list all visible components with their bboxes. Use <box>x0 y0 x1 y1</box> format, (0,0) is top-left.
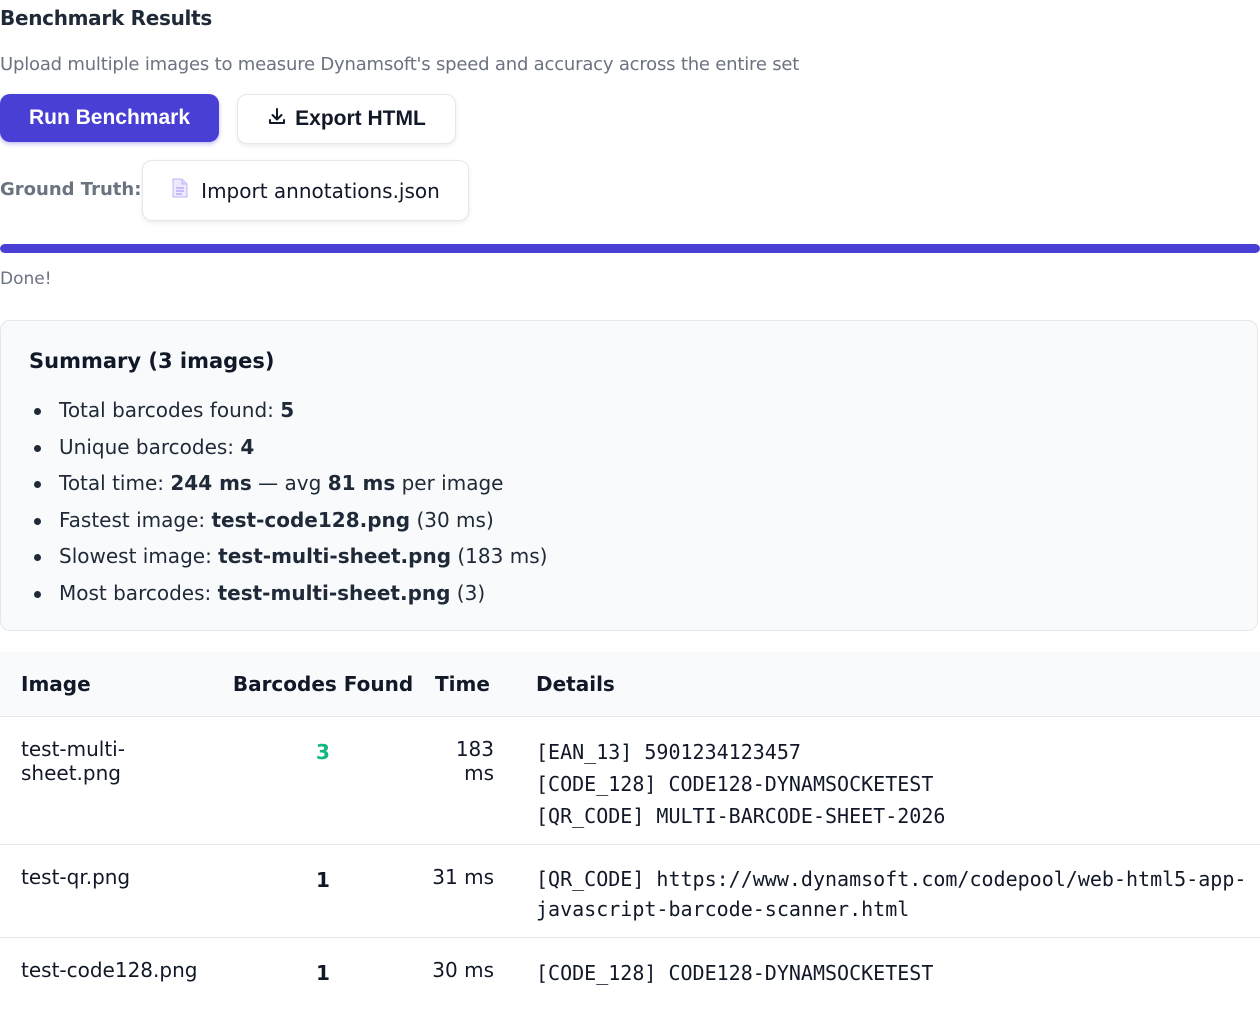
time-cell: 31 ms <box>425 844 515 938</box>
import-annotations-label: Import annotations.json <box>201 178 440 203</box>
summary-total-time: Total time: 244 ms — avg 81 ms per image <box>29 465 547 502</box>
summary-most: Most barcodes: test-multi-sheet.png (3) <box>29 575 547 612</box>
table-row: test-qr.png 1 31 ms [QR_CODE] https://ww… <box>0 844 1260 938</box>
status-text: Done! <box>0 269 52 289</box>
summary-unique: Unique barcodes: 4 <box>29 429 547 466</box>
image-name-cell: test-qr.png <box>0 844 221 938</box>
details-cell: [EAN_13] 5901234123457 [CODE_128] CODE12… <box>515 716 1260 845</box>
run-benchmark-label: Run Benchmark <box>28 106 191 129</box>
barcode-count-cell: 3 <box>221 716 425 845</box>
details-cell: [CODE_128] CODE128-DYNAMSOCKETEST <box>515 938 1260 1014</box>
time-cell: 183 ms <box>425 716 515 845</box>
page-title: Benchmark Results <box>0 6 212 30</box>
import-annotations-button[interactable]: Import annotations.json <box>142 160 469 221</box>
progress-fill <box>0 244 1260 253</box>
detail-line: [EAN_13] 5901234123457 <box>536 740 801 764</box>
column-header-details: Details <box>515 652 1260 717</box>
barcode-count-cell: 1 <box>316 961 330 985</box>
detail-line: javascript-barcode-scanner.html <box>536 897 910 921</box>
summary-list: Total barcodes found: 5 Unique barcodes:… <box>29 392 547 612</box>
barcode-count-cell: 1 <box>221 844 425 938</box>
summary-title: Summary (3 images) <box>29 349 275 373</box>
detail-line: [CODE_128] CODE128-DYNAMSOCKETEST <box>536 772 934 796</box>
table-row: test-code128.png 1 30 ms [CODE_128] CODE… <box>0 938 1260 1014</box>
details-cell: [QR_CODE] https://www.dynamsoft.com/code… <box>515 844 1260 938</box>
summary-slowest: Slowest image: test-multi-sheet.png (183… <box>29 538 547 575</box>
image-name-cell: test-code128.png <box>21 958 198 982</box>
column-header-image: Image <box>0 652 221 717</box>
summary-fastest: Fastest image: test-code128.png (30 ms) <box>29 502 547 539</box>
run-benchmark-button[interactable]: Run Benchmark <box>0 94 219 142</box>
time-cell: 30 ms <box>432 958 494 982</box>
summary-total-found: Total barcodes found: 5 <box>29 392 547 429</box>
export-html-button[interactable]: Export HTML <box>237 94 456 144</box>
table-row: test-multi-sheet.png 3 183 ms [EAN_13] 5… <box>0 716 1260 845</box>
detail-line: [QR_CODE] https://www.dynamsoft.com/code… <box>536 867 1247 891</box>
page-subtitle: Upload multiple images to measure Dynams… <box>0 54 800 75</box>
results-table: Image Barcodes Found Time Details test-m… <box>0 652 1260 1014</box>
progress-bar <box>0 244 1260 253</box>
column-header-time: Time <box>425 652 515 717</box>
file-icon <box>171 178 189 203</box>
summary-panel: Summary (3 images) Total barcodes found:… <box>0 320 1258 631</box>
benchmark-page: Benchmark Results Upload multiple images… <box>0 0 1260 1014</box>
table-header-row: Image Barcodes Found Time Details <box>0 652 1260 717</box>
ground-truth-label: Ground Truth: <box>0 179 142 200</box>
download-icon <box>267 106 287 132</box>
export-html-label: Export HTML <box>295 107 426 130</box>
detail-line: [QR_CODE] MULTI-BARCODE-SHEET-2026 <box>536 804 946 828</box>
detail-line: [CODE_128] CODE128-DYNAMSOCKETEST <box>536 961 934 985</box>
column-header-barcodes-found: Barcodes Found <box>221 652 425 717</box>
image-name-cell: test-multi-sheet.png <box>0 716 221 845</box>
